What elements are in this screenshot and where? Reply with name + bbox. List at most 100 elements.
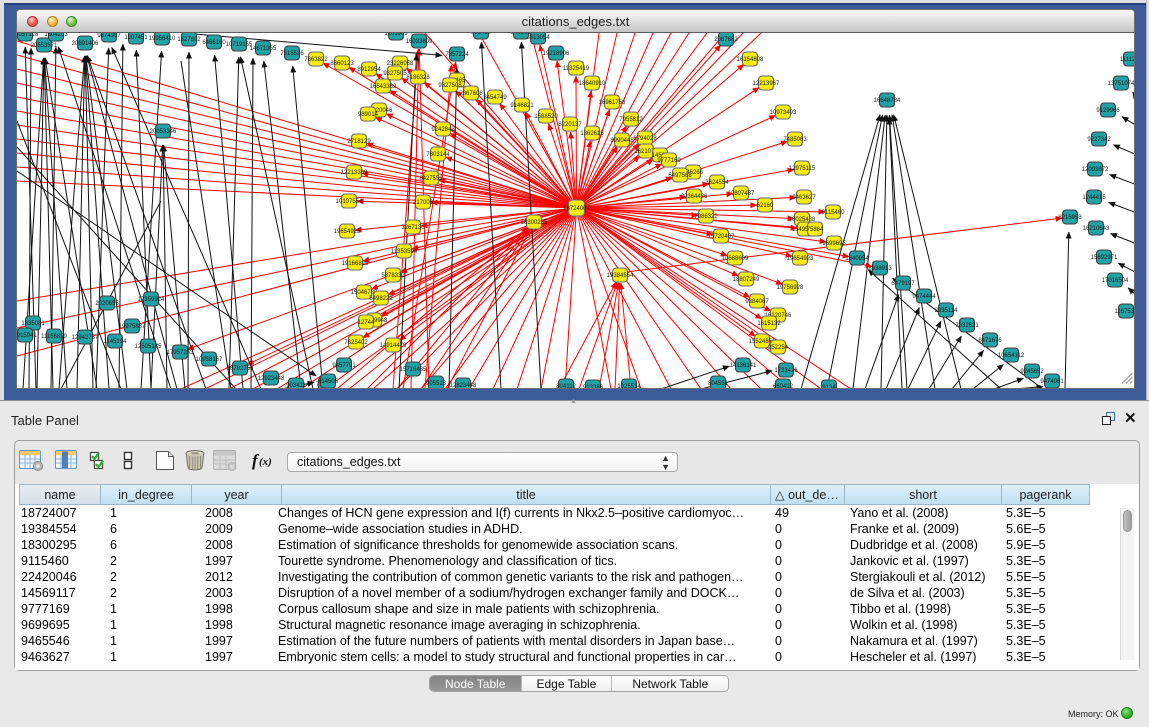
svg-text:1025534: 1025534 — [617, 384, 641, 389]
svg-text:8471676: 8471676 — [978, 338, 1002, 344]
svg-text:19975887: 19975887 — [119, 324, 146, 330]
svg-text:7955812: 7955812 — [619, 117, 643, 123]
svg-text:217006: 217006 — [413, 200, 434, 206]
svg-text:995410: 995410 — [471, 33, 492, 36]
svg-text:17957253: 17957253 — [167, 350, 194, 356]
svg-text:75884: 75884 — [807, 227, 824, 233]
svg-text:2020655: 2020655 — [95, 301, 119, 307]
svg-text:16961758: 16961758 — [599, 100, 626, 106]
svg-text:614505: 614505 — [318, 379, 339, 385]
svg-text:3624554: 3624554 — [705, 180, 729, 186]
svg-text:9699695: 9699695 — [822, 241, 846, 247]
svg-text:9457791: 9457791 — [332, 363, 356, 369]
svg-text:18724007: 18724007 — [563, 206, 590, 212]
svg-text:252254: 252254 — [768, 345, 789, 351]
svg-text:1615132: 1615132 — [757, 321, 781, 327]
svg-text:15716485: 15716485 — [400, 367, 427, 373]
svg-text:20691406: 20691406 — [72, 41, 99, 47]
svg-text:905513: 905513 — [426, 381, 447, 387]
svg-text:8427552: 8427552 — [419, 176, 443, 182]
svg-text:804112: 804112 — [556, 384, 576, 389]
svg-text:1835081: 1835081 — [21, 321, 45, 327]
svg-text:8990448: 8990448 — [610, 138, 634, 144]
svg-text:5878332: 5878332 — [381, 273, 405, 279]
svg-text:16543362: 16543362 — [370, 84, 397, 90]
svg-text:7632621: 7632621 — [955, 323, 979, 329]
svg-text:804551: 804551 — [708, 381, 729, 387]
svg-text:15692971: 15692971 — [1091, 255, 1118, 261]
svg-text:2087682: 2087682 — [714, 37, 738, 43]
svg-text:18300295: 18300295 — [521, 220, 548, 226]
svg-text:6479197: 6479197 — [891, 281, 915, 287]
svg-text:17359924: 17359924 — [138, 297, 165, 303]
svg-text:12942757: 12942757 — [72, 335, 99, 341]
svg-text:19384554: 19384554 — [607, 273, 634, 279]
svg-text:8454749: 8454749 — [483, 95, 507, 101]
svg-text:11325419: 11325419 — [563, 66, 590, 72]
svg-text:18807249: 18807249 — [733, 277, 760, 283]
svg-text:19756928: 19756928 — [777, 285, 804, 291]
svg-text:16057128: 16057128 — [17, 33, 39, 38]
svg-text:8186328: 8186328 — [406, 75, 430, 81]
svg-text:16210643: 16210643 — [1083, 226, 1110, 232]
svg-text:13751074: 13751074 — [1108, 81, 1134, 87]
svg-text:12744: 12744 — [358, 320, 375, 326]
svg-text:16154808: 16154808 — [737, 57, 764, 63]
svg-text:15720407: 15720407 — [708, 234, 735, 240]
svg-text:2718129: 2718129 — [347, 139, 371, 145]
svg-text:7625402: 7625402 — [344, 340, 368, 346]
svg-text:9245652: 9245652 — [1020, 369, 1044, 375]
svg-text:12093872: 12093872 — [1082, 167, 1109, 173]
svg-text:12923448: 12923448 — [258, 376, 285, 382]
svg-text:18640910: 18640910 — [579, 81, 606, 87]
svg-text:7803144: 7803144 — [426, 152, 450, 158]
svg-text:1111240: 1111240 — [1120, 57, 1134, 63]
svg-text:6794028: 6794028 — [633, 136, 657, 142]
svg-text:20364436: 20364436 — [681, 194, 708, 200]
svg-text:1145194: 1145194 — [104, 339, 128, 345]
svg-text:913386: 913386 — [583, 385, 604, 389]
svg-text:1362615: 1362615 — [580, 131, 604, 137]
svg-text:19956410: 19956410 — [149, 36, 176, 42]
svg-text:9474061: 9474061 — [1040, 379, 1064, 385]
svg-text:12213369: 12213369 — [341, 170, 368, 176]
svg-text:14914479: 14914479 — [380, 343, 407, 349]
svg-text:17016504: 17016504 — [1102, 278, 1129, 284]
svg-text:1527602: 1527602 — [177, 37, 201, 43]
svg-text:9384067: 9384067 — [745, 299, 769, 305]
svg-text:12823448: 12823448 — [450, 383, 477, 389]
svg-text:(x): (x) — [259, 456, 272, 468]
svg-text:11156829: 11156829 — [41, 334, 67, 340]
svg-text:62160: 62160 — [757, 203, 774, 209]
svg-text:14136141: 14136141 — [730, 363, 757, 369]
svg-text:989014: 989014 — [358, 112, 379, 118]
svg-text:12213967: 12213967 — [753, 81, 780, 87]
svg-text:7986322: 7986322 — [694, 214, 718, 220]
svg-text:10107554: 10107554 — [336, 199, 363, 205]
svg-text:9463627: 9463627 — [792, 195, 816, 201]
svg-text:8660123: 8660123 — [330, 61, 354, 67]
svg-text:19166825: 19166825 — [342, 261, 369, 267]
svg-text:9134: 9134 — [822, 385, 836, 389]
svg-text:10807487: 10807487 — [728, 191, 755, 197]
svg-text:10973493: 10973493 — [770, 110, 797, 116]
svg-text:6466160: 6466160 — [202, 40, 226, 46]
svg-text:3267130: 3267130 — [401, 225, 425, 231]
svg-text:16033809: 16033809 — [406, 39, 433, 45]
svg-text:903411: 903411 — [286, 383, 306, 389]
svg-text:9327505: 9327505 — [383, 71, 407, 77]
svg-text:8215958: 8215958 — [1058, 215, 1082, 221]
svg-text:8220137: 8220137 — [558, 122, 582, 128]
svg-text:9777169: 9777169 — [657, 158, 681, 164]
svg-text:5498222: 5498222 — [369, 296, 393, 302]
svg-text:7357224: 7357224 — [445, 52, 469, 58]
svg-text:7485063: 7485063 — [783, 137, 807, 143]
svg-text:8938913: 8938913 — [868, 266, 892, 272]
svg-text:9327508: 9327508 — [438, 83, 462, 89]
svg-text:9474444: 9474444 — [912, 294, 936, 300]
svg-text:7515536: 7515536 — [280, 51, 304, 57]
svg-text:7663822: 7663822 — [304, 57, 328, 63]
svg-text:9242843: 9242843 — [431, 127, 455, 133]
svg-text:12505135: 12505135 — [135, 344, 162, 350]
svg-text:20553571: 20553571 — [31, 43, 58, 49]
